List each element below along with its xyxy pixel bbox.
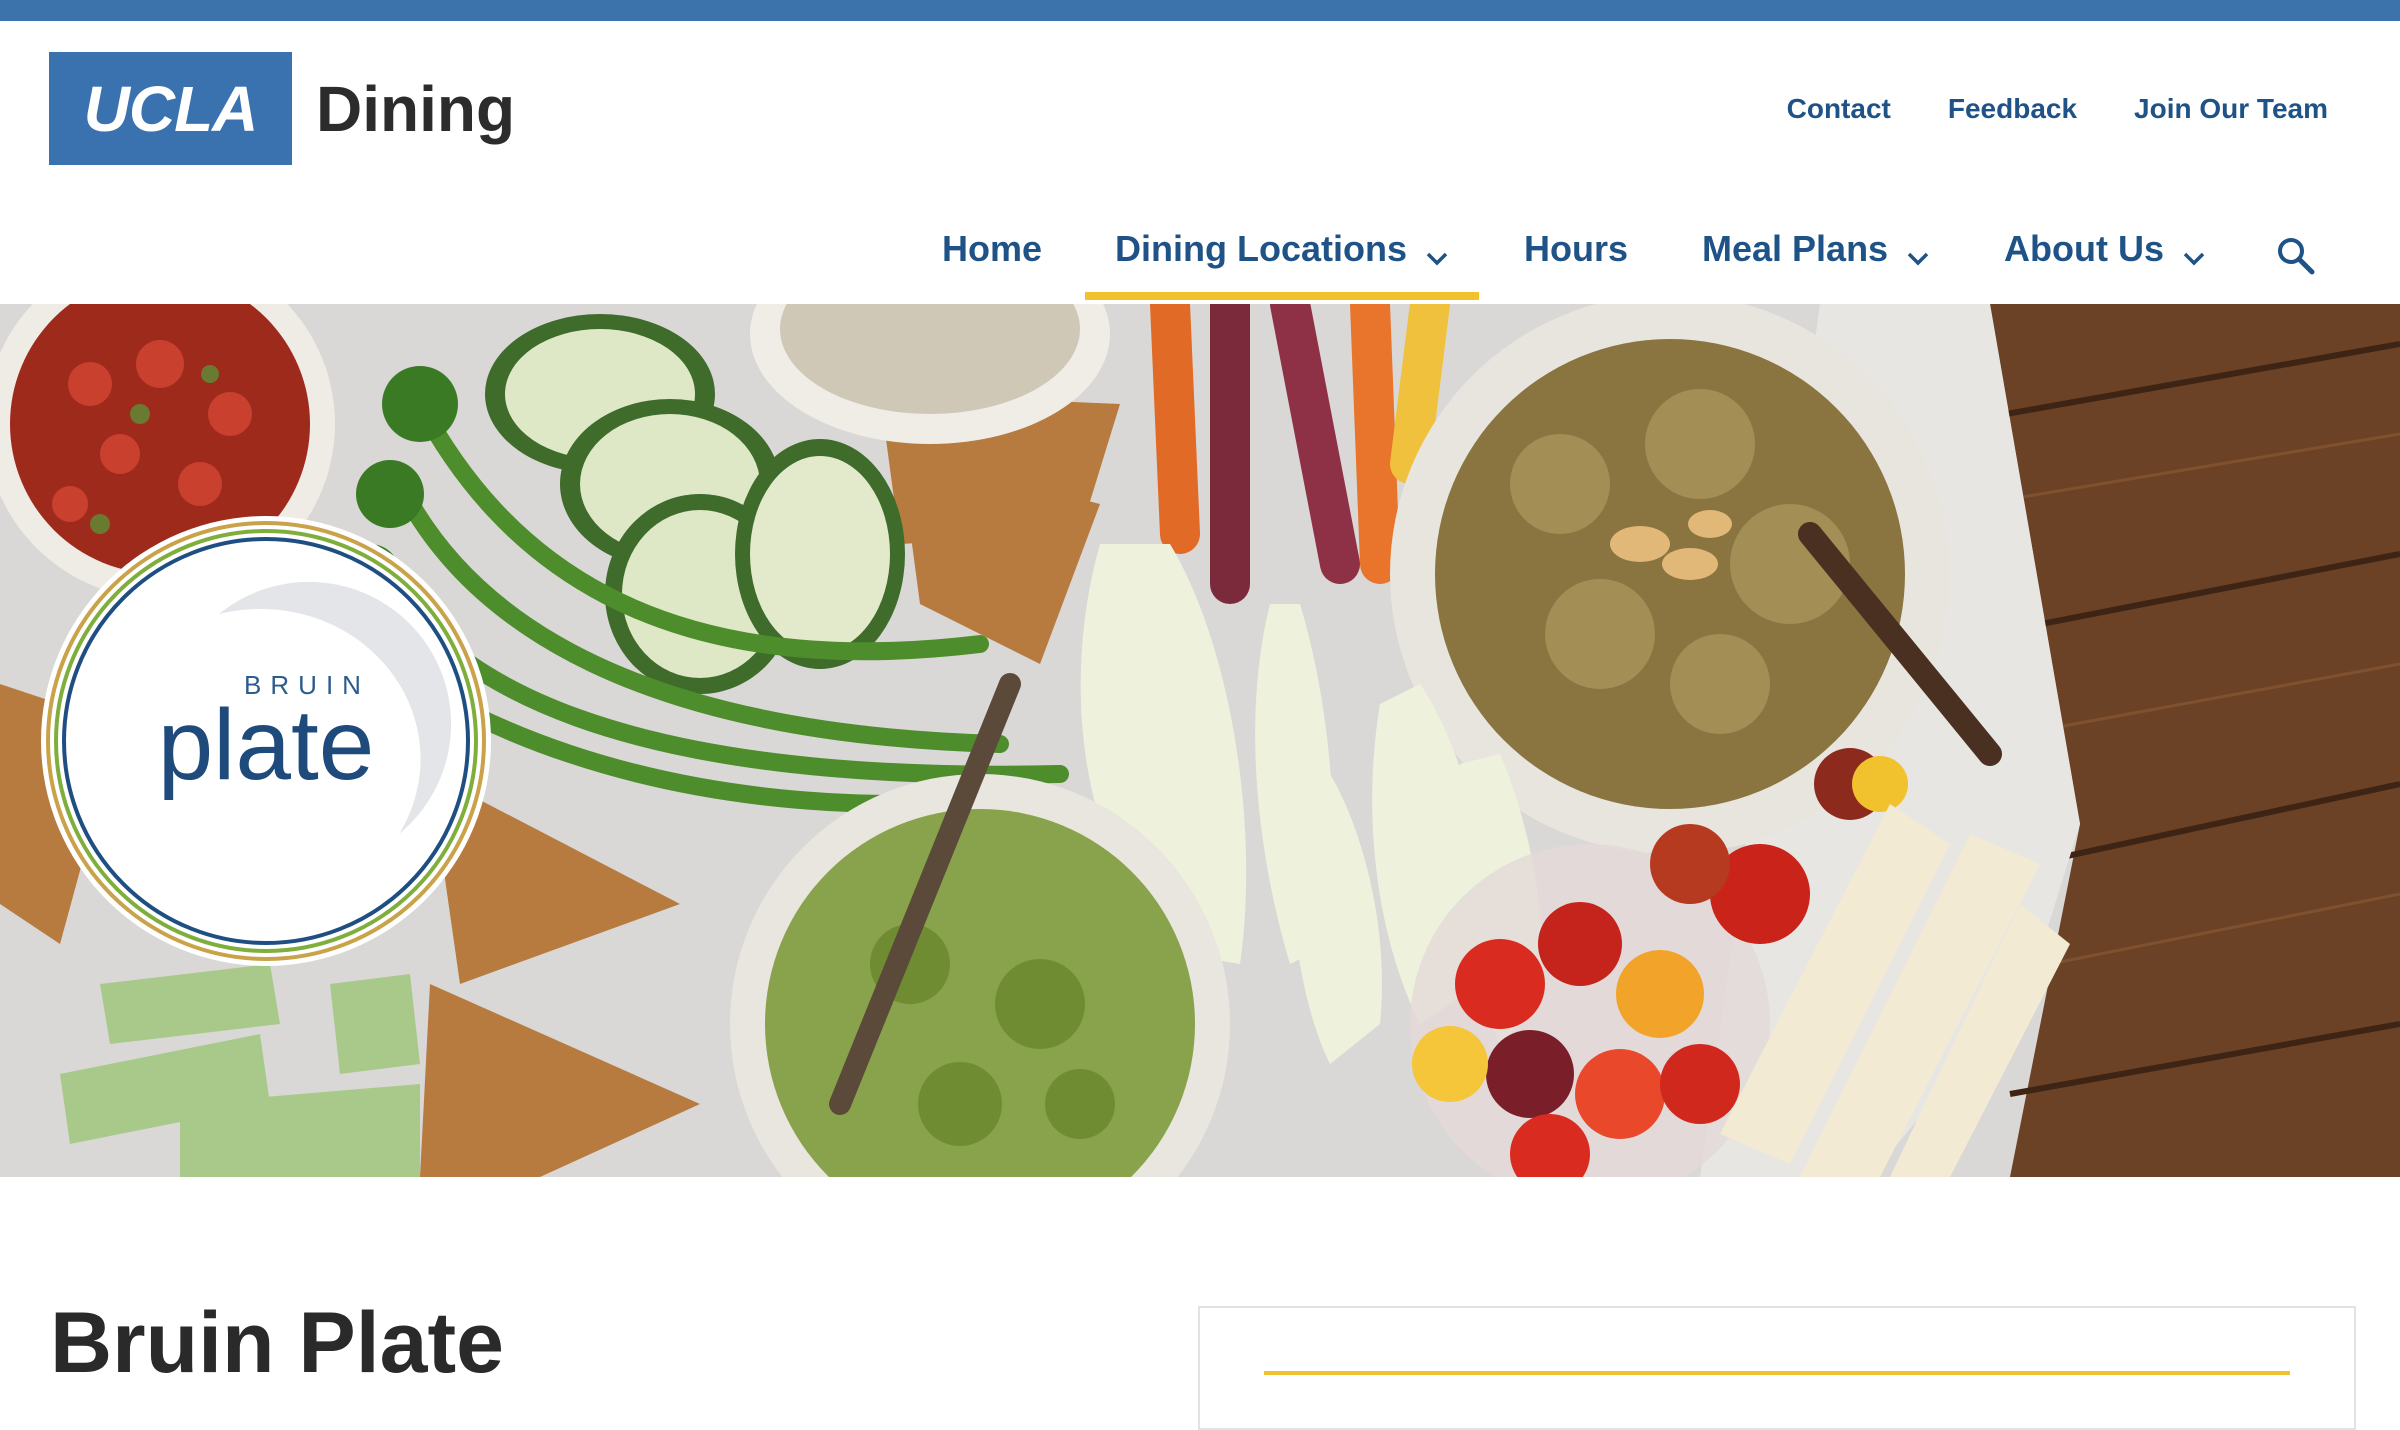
search-icon[interactable] [2276,236,2316,276]
chevron-down-icon [1906,234,1930,276]
utility-nav: Contact Feedback Join Our Team [1787,93,2328,125]
chevron-down-icon [1425,234,1449,276]
badge-plate-text: plate [158,689,375,801]
nav-hours[interactable]: Hours [1524,228,1628,300]
nav-meal-plans-label: Meal Plans [1702,228,1889,269]
info-card [1198,1306,2356,1430]
dining-wordmark: Dining [316,72,516,145]
ucla-dining-logo[interactable]: UCLA Dining [49,52,515,165]
contact-link[interactable]: Contact [1787,93,1891,125]
nav-about-us-label: About Us [2004,228,2164,269]
bruin-plate-badge: BRUIN plate [39,514,494,969]
page-title: Bruin Plate [50,1295,504,1391]
ucla-logo-mark: UCLA [49,52,292,165]
nav-home[interactable]: Home [942,228,1042,300]
top-accent-bar [0,0,2400,21]
join-our-team-link[interactable]: Join Our Team [2134,93,2328,125]
nav-dining-locations[interactable]: Dining Locations [1085,228,1479,300]
nav-dining-locations-label: Dining Locations [1115,228,1407,269]
main-nav: Home Dining Locations Hours Meal Plans A… [0,228,2400,300]
card-accent-line [1264,1371,2290,1375]
feedback-link[interactable]: Feedback [1948,93,2077,125]
nav-meal-plans[interactable]: Meal Plans [1702,228,1930,300]
nav-home-label: Home [942,228,1043,269]
chevron-down-icon [2182,234,2206,276]
nav-about-us[interactable]: About Us [2004,228,2206,300]
nav-hours-label: Hours [1524,228,1629,269]
